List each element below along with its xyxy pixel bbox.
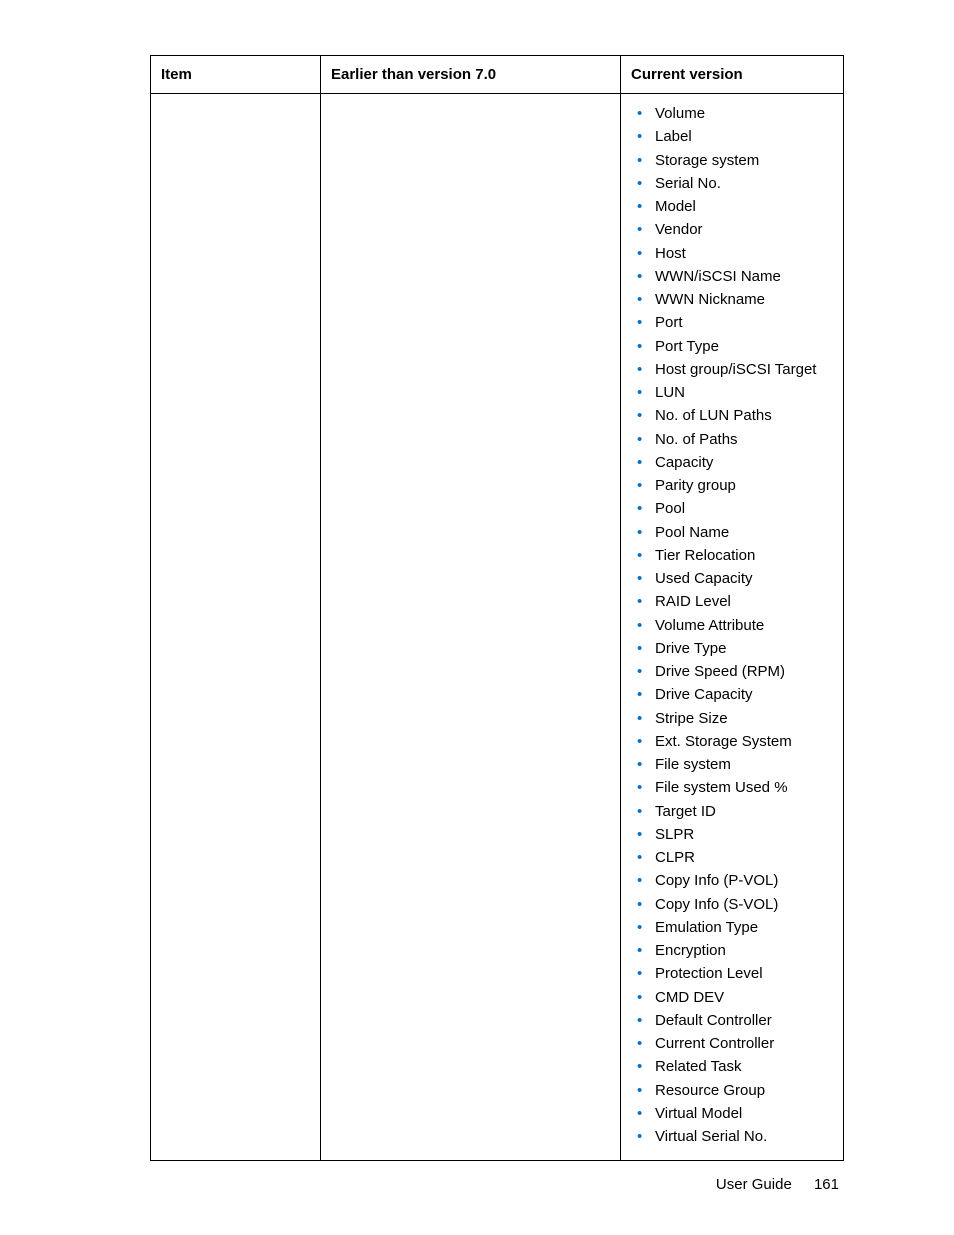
- list-item: Ext. Storage System: [635, 730, 833, 753]
- comparison-table: Item Earlier than version 7.0 Current ve…: [150, 55, 844, 1161]
- page-footer: User Guide 161: [716, 1176, 839, 1193]
- list-item: Stripe Size: [635, 707, 833, 730]
- cell-earlier: [321, 94, 621, 1161]
- list-item: Port Type: [635, 335, 833, 358]
- list-item: Volume Attribute: [635, 614, 833, 637]
- list-item: Emulation Type: [635, 916, 833, 939]
- list-item: WWN Nickname: [635, 288, 833, 311]
- list-item: CMD DEV: [635, 986, 833, 1009]
- list-item: Drive Capacity: [635, 683, 833, 706]
- list-item: WWN/iSCSI Name: [635, 265, 833, 288]
- list-item: Drive Type: [635, 637, 833, 660]
- list-item: Parity group: [635, 474, 833, 497]
- list-item: Target ID: [635, 800, 833, 823]
- list-item: Used Capacity: [635, 567, 833, 590]
- list-item: Current Controller: [635, 1032, 833, 1055]
- table-row: VolumeLabelStorage systemSerial No.Model…: [151, 94, 844, 1161]
- list-item: CLPR: [635, 846, 833, 869]
- page-content: Item Earlier than version 7.0 Current ve…: [0, 0, 954, 1161]
- list-item: Port: [635, 311, 833, 334]
- header-earlier: Earlier than version 7.0: [321, 56, 621, 94]
- list-item: Protection Level: [635, 962, 833, 985]
- list-item: Default Controller: [635, 1009, 833, 1032]
- list-item: Virtual Model: [635, 1102, 833, 1125]
- list-item: Capacity: [635, 451, 833, 474]
- list-item: Host group/iSCSI Target: [635, 358, 833, 381]
- list-item: Copy Info (S-VOL): [635, 893, 833, 916]
- cell-item: [151, 94, 321, 1161]
- list-item: Serial No.: [635, 172, 833, 195]
- footer-label: User Guide: [716, 1176, 792, 1193]
- list-item: Resource Group: [635, 1079, 833, 1102]
- current-version-list: VolumeLabelStorage systemSerial No.Model…: [631, 102, 833, 1148]
- list-item: Pool: [635, 497, 833, 520]
- list-item: Label: [635, 125, 833, 148]
- list-item: LUN: [635, 381, 833, 404]
- list-item: RAID Level: [635, 590, 833, 613]
- list-item: Model: [635, 195, 833, 218]
- list-item: Pool Name: [635, 521, 833, 544]
- list-item: Copy Info (P-VOL): [635, 869, 833, 892]
- list-item: Host: [635, 242, 833, 265]
- header-item: Item: [151, 56, 321, 94]
- footer-page-number: 161: [814, 1176, 839, 1193]
- table-header-row: Item Earlier than version 7.0 Current ve…: [151, 56, 844, 94]
- list-item: No. of LUN Paths: [635, 404, 833, 427]
- list-item: SLPR: [635, 823, 833, 846]
- cell-current: VolumeLabelStorage systemSerial No.Model…: [621, 94, 844, 1161]
- list-item: Volume: [635, 102, 833, 125]
- list-item: Storage system: [635, 149, 833, 172]
- list-item: File system Used %: [635, 776, 833, 799]
- list-item: Drive Speed (RPM): [635, 660, 833, 683]
- list-item: Vendor: [635, 218, 833, 241]
- list-item: No. of Paths: [635, 428, 833, 451]
- list-item: Virtual Serial No.: [635, 1125, 833, 1148]
- header-current: Current version: [621, 56, 844, 94]
- list-item: Tier Relocation: [635, 544, 833, 567]
- list-item: Encryption: [635, 939, 833, 962]
- list-item: Related Task: [635, 1055, 833, 1078]
- list-item: File system: [635, 753, 833, 776]
